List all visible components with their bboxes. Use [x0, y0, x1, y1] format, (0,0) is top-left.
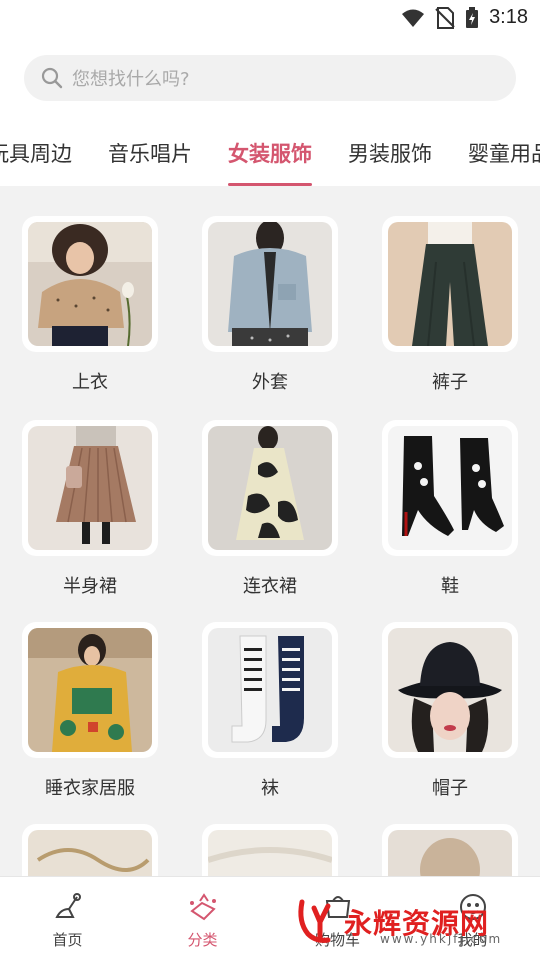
tab-womens-clothing[interactable]: 女装服饰 — [228, 136, 312, 186]
category-label: 连衣裙 — [243, 576, 297, 597]
socks-photo — [208, 628, 332, 752]
category-label: 袜 — [261, 778, 279, 799]
partial-photo — [208, 830, 332, 876]
watermark: 永辉资源网 www.yhkjfj.com — [294, 896, 500, 948]
hat-photo — [388, 628, 512, 752]
coat-photo — [208, 222, 332, 346]
watermark-url: www.yhkjfj.com — [380, 932, 503, 946]
status-bar: 3:18 — [0, 0, 540, 36]
category-grid: 上衣 外套 裤子 半身裙 连衣裙 鞋 睡衣家居服 袜 帽子 — [0, 186, 540, 876]
wifi-icon — [402, 9, 425, 27]
nav-home[interactable]: 首页 — [0, 877, 135, 960]
shoes-photo — [388, 426, 512, 550]
tab-mens-clothing[interactable]: 男装服饰 — [348, 136, 432, 186]
no-sim-icon — [435, 6, 455, 29]
category-item-skirt[interactable]: 半身裙 — [22, 420, 158, 598]
pants-photo — [388, 222, 512, 346]
category-item-shoes[interactable]: 鞋 — [382, 420, 518, 598]
category-item-dress[interactable]: 连衣裙 — [202, 420, 338, 598]
category-label: 半身裙 — [63, 576, 117, 597]
search-icon — [41, 67, 63, 89]
nav-label: 分类 — [187, 931, 218, 949]
tab-toys[interactable]: 玩具周边 — [0, 136, 72, 186]
partial-photo — [388, 830, 512, 876]
category-item-pajamas[interactable]: 睡衣家居服 — [22, 622, 158, 800]
category-item-pants[interactable]: 裤子 — [382, 216, 518, 394]
category-item-partial-2[interactable] — [202, 824, 338, 876]
category-item-partial-3[interactable] — [382, 824, 518, 876]
category-item-top[interactable]: 上衣 — [22, 216, 158, 394]
category-icon — [189, 893, 216, 921]
category-label: 鞋 — [441, 576, 459, 597]
category-label: 上衣 — [72, 372, 108, 393]
tab-music[interactable]: 音乐唱片 — [108, 136, 192, 186]
battery-icon — [466, 6, 479, 28]
tab-baby-products[interactable]: 婴童用品 — [468, 136, 540, 186]
search-bar[interactable]: 您想找什么吗? — [24, 55, 516, 101]
header: 您想找什么吗? 玩具周边 音乐唱片 女装服饰 男装服饰 婴童用品 — [0, 36, 540, 186]
category-label: 裤子 — [432, 372, 468, 393]
top-photo — [28, 222, 152, 346]
status-time: 3:18 — [489, 6, 528, 28]
category-tabs: 玩具周边 音乐唱片 女装服饰 男装服饰 婴童用品 — [0, 136, 540, 186]
partial-photo — [28, 830, 152, 876]
category-item-hat[interactable]: 帽子 — [382, 622, 518, 800]
watermark-logo-icon — [298, 899, 331, 943]
search-input[interactable]: 您想找什么吗? — [72, 65, 190, 91]
dress-photo — [208, 426, 332, 550]
status-icons: 3:18 — [401, 6, 528, 29]
home-icon — [54, 893, 81, 918]
category-item-coat[interactable]: 外套 — [202, 216, 338, 394]
category-label: 外套 — [252, 372, 288, 393]
category-item-partial-1[interactable] — [22, 824, 158, 876]
category-item-socks[interactable]: 袜 — [202, 622, 338, 800]
nav-label: 首页 — [52, 931, 83, 949]
category-label: 睡衣家居服 — [45, 778, 135, 799]
category-label: 帽子 — [432, 778, 468, 799]
pajamas-photo — [28, 628, 152, 752]
nav-category[interactable]: 分类 — [135, 877, 270, 960]
skirt-photo — [28, 426, 152, 550]
